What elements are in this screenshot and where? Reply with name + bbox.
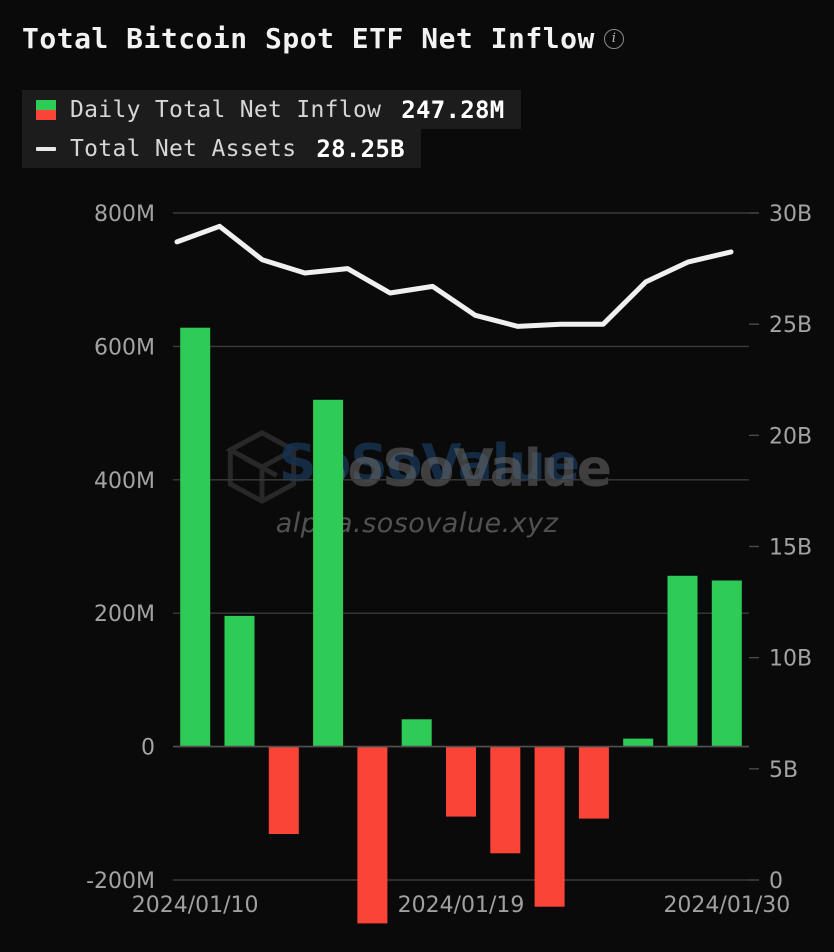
- bar-positive[interactable]: [401, 719, 432, 747]
- chart-svg: 800M 600M 400M 200M 0 -200M 30B 25B 20B 15B 10B 5B 0…: [86, 202, 812, 924]
- y-axis-tick-left: 600M: [94, 335, 155, 360]
- bar-negative[interactable]: [578, 746, 609, 819]
- y-axis-tick-right: 5B: [769, 758, 798, 783]
- y-axis-tick-right: 20B: [769, 424, 812, 449]
- y-axis-tick-right: 0: [769, 869, 783, 894]
- bar-negative[interactable]: [534, 746, 565, 907]
- bar-positive[interactable]: [667, 575, 698, 747]
- chart-screenshot: Total Bitcoin Spot ETF Net Inflow i Dail…: [0, 0, 834, 952]
- y-axis-tick-left: 0: [141, 736, 155, 761]
- bar-positive[interactable]: [623, 738, 654, 747]
- y-axis-tick-right: 15B: [769, 536, 812, 561]
- x-axis-tick: 2024/01/10: [132, 893, 259, 918]
- bar-negative[interactable]: [490, 746, 521, 854]
- y-axis-tick-left: 200M: [94, 602, 155, 627]
- bar-negative[interactable]: [357, 746, 388, 924]
- x-axis-tick: 2024/01/30: [663, 893, 790, 918]
- y-axis-tick-right: 10B: [769, 647, 812, 672]
- bar-negative[interactable]: [446, 746, 476, 817]
- bar-positive[interactable]: [313, 399, 344, 747]
- y-axis-tick-left: 800M: [94, 202, 155, 227]
- x-axis-tick: 2024/01/19: [398, 893, 525, 918]
- total-net-assets-line[interactable]: [174, 223, 734, 329]
- y-axis-tick-left: -200M: [86, 869, 155, 894]
- bar-negative[interactable]: [268, 746, 299, 834]
- chart-plot-area: 800M 600M 400M 200M 0 -200M 30B 25B 20B 15B 10B 5B 0…: [0, 0, 834, 952]
- y-axis-tick-left: 400M: [94, 469, 155, 494]
- bar-positive[interactable]: [180, 327, 211, 747]
- y-axis-tick-right: 25B: [769, 313, 812, 338]
- bar-positive[interactable]: [711, 580, 742, 747]
- y-axis-tick-right: 30B: [769, 202, 812, 227]
- bar-positive[interactable]: [224, 615, 255, 747]
